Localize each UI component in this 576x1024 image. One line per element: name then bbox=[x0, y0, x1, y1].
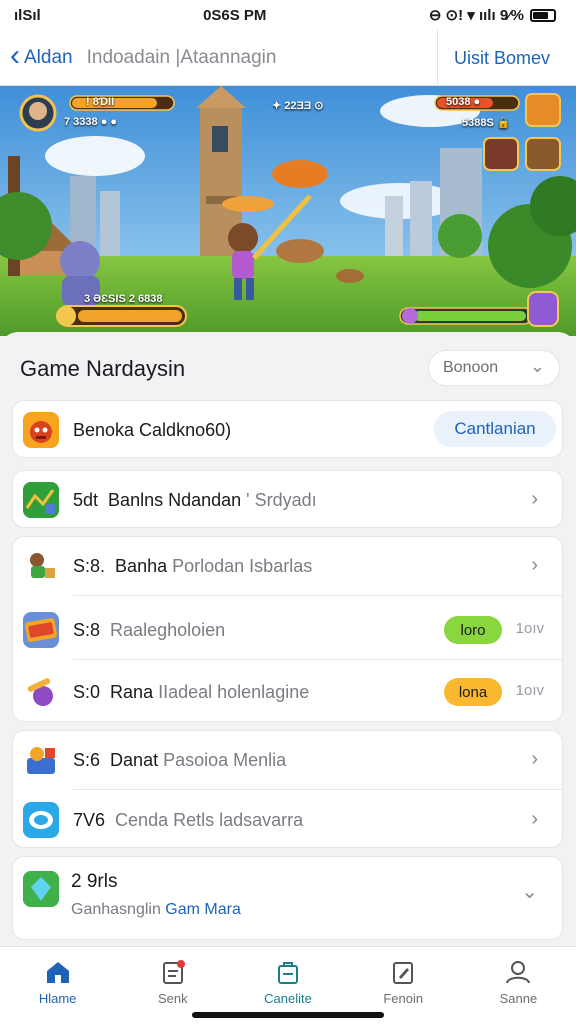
list-item-text: 7V6 Cenda Retls ladsavarra bbox=[73, 810, 303, 831]
tickets-icon bbox=[23, 612, 59, 648]
list-item-meta: 1oıv bbox=[515, 682, 544, 699]
gem-readout: 5388S 🔒 bbox=[462, 117, 511, 129]
bag-icon bbox=[278, 962, 298, 984]
list-item-subtitle: ' Srdyadı bbox=[246, 489, 317, 510]
divider bbox=[73, 595, 562, 596]
chevron-down-icon: ⌄ bbox=[521, 881, 538, 903]
back-button[interactable]: ‹ Aldan bbox=[0, 40, 73, 71]
edit-icon bbox=[393, 962, 414, 984]
list-item-prefix: S:6 bbox=[73, 749, 101, 770]
list-item[interactable]: 7V6 Cenda Retls ladsavarra › bbox=[13, 791, 564, 849]
list-item-prefix: 5dt bbox=[73, 489, 99, 510]
map-icon bbox=[23, 482, 59, 518]
chevron-left-icon: ‹ bbox=[10, 38, 20, 72]
tab-profile[interactable]: Sanne bbox=[461, 947, 576, 1024]
list-item-prefix: S:8. bbox=[73, 555, 106, 576]
divider bbox=[73, 659, 562, 660]
chevron-down-icon: ⌄ bbox=[529, 356, 545, 376]
bubble-icon bbox=[23, 802, 59, 838]
dropdown-value: Bonoon bbox=[443, 359, 499, 376]
list-item-prefix: S:0 bbox=[73, 681, 101, 702]
adventurer-icon bbox=[23, 548, 59, 584]
document-icon bbox=[162, 960, 185, 984]
group-card[interactable]: 2 9rls Ganhasnglin Gam Mara ⌄ bbox=[12, 856, 563, 940]
navigation-bar: ‹ Aldan Indoadain |Ataannagin Uisit Bome… bbox=[0, 30, 576, 86]
content-sheet: Game Nardaysin Bonoon ⌄ Benoka Caldkno60… bbox=[0, 332, 576, 948]
list-item-subtitle: IIadeal holenlagine bbox=[158, 681, 310, 702]
list-item-title: Banha bbox=[115, 555, 168, 576]
list-item[interactable]: 5dt Banlns Ndandan ' Srdyadı › bbox=[13, 471, 564, 529]
carrier-label: ılSıl bbox=[14, 6, 41, 24]
list-item-title: Banlns Ndandan bbox=[108, 489, 242, 510]
list-item-subtitle: Pasoioa Menlia bbox=[163, 749, 287, 770]
list-item[interactable]: S:6 Danat Pasoioa Menlia › bbox=[13, 731, 564, 789]
chevron-right-icon: › bbox=[531, 554, 538, 576]
tab-label: Fenoin bbox=[383, 991, 424, 1006]
filter-dropdown[interactable]: Bonoon ⌄ bbox=[428, 350, 560, 386]
tab-label: Canelite bbox=[264, 991, 312, 1006]
status-indicators: ⊖ ⊙ǃ ▾ ıılı 9⁄% bbox=[428, 7, 524, 24]
tab-home[interactable]: Hlame bbox=[0, 947, 115, 1024]
list-item-title: Danat bbox=[110, 749, 159, 770]
featured-item-label: Benoka Caldkno60) bbox=[73, 419, 232, 440]
divider bbox=[73, 789, 562, 790]
list-item-subtitle: Cenda Retls ladsavarra bbox=[115, 809, 304, 830]
section-title: Game Nardaysin bbox=[20, 356, 186, 381]
group-subtitle-text: Ganhasnglin bbox=[71, 901, 161, 918]
group-subtitle: Ganhasnglin Gam Mara bbox=[71, 901, 241, 919]
potion-icon bbox=[23, 674, 59, 710]
list-item-prefix: 7V6 bbox=[73, 809, 106, 830]
featured-item-row: Benoka Caldkno60) Cantlanian bbox=[13, 401, 564, 459]
list-item-text: 5dt Banlns Ndandan ' Srdyadı bbox=[73, 490, 317, 511]
list-item[interactable]: S:8 Raalegholoien loro 1oıv bbox=[13, 601, 564, 659]
list-item[interactable]: S:0 Rana IIadeal holenlagine lona 1oıv bbox=[13, 663, 564, 721]
list-card-2: S:8. Banha Porlodan Isbarlas › S:8 Raale… bbox=[12, 536, 563, 722]
list-item-text: S:8. Banha Porlodan Isbarlas bbox=[73, 556, 312, 577]
profile-icon bbox=[506, 961, 531, 984]
tab-label: Senk bbox=[157, 991, 188, 1006]
status-badge[interactable]: lona bbox=[444, 678, 502, 706]
tab-label: Hlame bbox=[38, 991, 77, 1006]
list-item-title: Rana bbox=[110, 681, 154, 702]
list-item-text: S:0 Rana IIadeal holenlagine bbox=[73, 682, 309, 703]
status-badge[interactable]: loro bbox=[444, 616, 502, 644]
list-item-text: S:8 Raalegholoien bbox=[73, 620, 225, 641]
coin-readout: 7 3338 ● ● bbox=[64, 116, 118, 128]
list-item-subtitle: Raalegholoien bbox=[110, 619, 226, 640]
group-title: 2 9rls bbox=[71, 871, 118, 892]
list-item-prefix: S:8 bbox=[73, 619, 101, 640]
featured-item-card[interactable]: Benoka Caldkno60) Cantlanian bbox=[12, 400, 563, 458]
list-item-subtitle: Porlodan Isbarlas bbox=[172, 555, 313, 576]
list-card-3: S:6 Danat Pasoioa Menlia › 7V6 Cenda Ret… bbox=[12, 730, 563, 848]
sheet-header: Game Nardaysin Bonoon ⌄ bbox=[20, 350, 560, 386]
status-icons: ⊖ ⊙ǃ ▾ ıılı 9⁄% bbox=[429, 6, 556, 24]
list-card-1: 5dt Banlns Ndandan ' Srdyadı › bbox=[12, 470, 563, 528]
toybox-icon bbox=[23, 742, 59, 778]
chevron-right-icon: › bbox=[531, 748, 538, 770]
game-banner[interactable]: ǃ 8ƊƖƖ 7 3338 ● ● ✦ 22ƎƎ ⊙ 5038 ● 5388S … bbox=[0, 86, 576, 336]
health-readout: ǃ 8ƊƖƖ bbox=[86, 96, 115, 108]
clock: 0S6S PM bbox=[203, 6, 267, 24]
list-item-meta: 1oıv bbox=[515, 620, 544, 637]
status-bar: ılSıl 0S6S PM ⊖ ⊙ǃ ▾ ıılı 9⁄% bbox=[0, 0, 576, 30]
group-subtitle-link[interactable]: Gam Mara bbox=[165, 901, 241, 918]
nav-action-button[interactable]: Uisit Bomev bbox=[436, 30, 550, 86]
home-icon bbox=[46, 962, 69, 983]
battery-icon bbox=[530, 8, 556, 22]
featured-action-button[interactable]: Cantlanian bbox=[434, 411, 556, 447]
gem-icon bbox=[23, 871, 59, 907]
back-label: Aldan bbox=[24, 46, 73, 68]
experience-readout: 3 ƏƐSIS 2 6838 bbox=[84, 293, 163, 305]
chevron-right-icon: › bbox=[531, 488, 538, 510]
list-item-text: S:6 Danat Pasoioa Menlia bbox=[73, 750, 286, 771]
home-indicator bbox=[192, 1012, 384, 1018]
page-title: Indoadain |Ataannagin bbox=[86, 46, 277, 68]
score-readout: ✦ 22ƎƎ ⊙ bbox=[272, 100, 324, 112]
tab-label: Sanne bbox=[499, 991, 538, 1006]
monster-icon bbox=[23, 412, 59, 448]
list-item[interactable]: S:8. Banha Porlodan Isbarlas › bbox=[13, 537, 564, 595]
enemy-health-readout: 5038 ● bbox=[446, 96, 481, 108]
chevron-right-icon: › bbox=[531, 808, 538, 830]
